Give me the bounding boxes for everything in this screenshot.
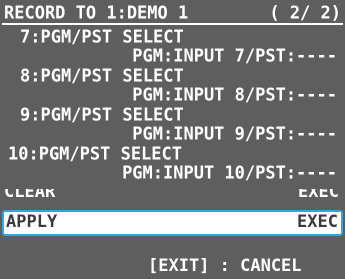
menu-item-9-name[interactable]: 9:PGM/PST SELECT [20,106,184,125]
header-underline [2,23,343,25]
menu-item-9-value: PGM:INPUT 9/PST:---- [132,123,337,145]
menu-item-7-name[interactable]: 7:PGM/PST SELECT [20,28,184,47]
page-indicator: ( 2/ 2) [269,2,341,24]
menu-title: RECORD TO 1:DEMO 1 [4,2,189,24]
menu-item-7-value: PGM:INPUT 7/PST:---- [132,45,337,67]
menu-item-10-value: PGM:INPUT 10/PST:---- [122,162,337,184]
clear-exec: EXEC [298,189,339,199]
clear-label: CLEAR [4,189,56,199]
menu-item-10-name[interactable]: 10:PGM/PST SELECT [8,145,182,164]
exit-cancel-hint: [EXIT] : CANCEL [148,256,302,276]
menu-header: RECORD TO 1:DEMO 1 ( 2/ 2) [4,4,341,23]
apply-exec: EXEC [297,212,338,232]
apply-label: APPLY [6,212,58,232]
apply-row-selected[interactable]: APPLY EXEC [2,210,343,236]
menu-item-8-value: PGM:INPUT 8/PST:---- [132,84,337,106]
menu-screen: RECORD TO 1:DEMO 1 ( 2/ 2) 7:PGM/PST SEL… [0,0,345,279]
clear-row[interactable]: CLEAR EXEC [0,189,345,199]
menu-item-8-name[interactable]: 8:PGM/PST SELECT [20,67,184,86]
